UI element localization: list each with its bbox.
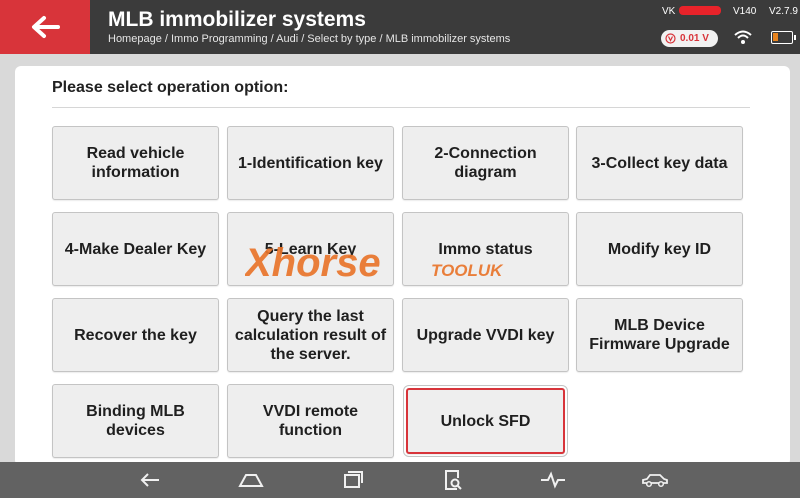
option-recover-key[interactable]: Recover the key	[52, 298, 219, 372]
option-modify-key-id[interactable]: Modify key ID	[576, 212, 743, 286]
operation-panel: Please select operation option: Read veh…	[15, 66, 790, 466]
option-unlock-sfd[interactable]: Unlock SFD	[403, 385, 568, 457]
option-learn-key[interactable]: 5-Learn Key	[227, 212, 394, 286]
home-icon[interactable]	[238, 468, 264, 492]
serial-number: VK	[662, 6, 676, 17]
page-title: MLB immobilizer systems	[108, 8, 366, 31]
voltage-badge: 0.01 V	[661, 30, 718, 47]
software-version: V2.7.9	[769, 6, 798, 17]
voltage-icon	[665, 33, 676, 44]
title-bar: MLB immobilizer systems Homepage / Immo …	[0, 0, 800, 54]
back-icon[interactable]	[137, 468, 163, 492]
option-upgrade-vvdi-key[interactable]: Upgrade VVDI key	[402, 298, 569, 372]
option-identification-key[interactable]: 1-Identification key	[227, 126, 394, 200]
diagnostic-wave-icon[interactable]	[540, 468, 566, 492]
breadcrumb: Homepage / Immo Programming / Audi / Sel…	[108, 33, 511, 45]
operation-prompt: Please select operation option:	[52, 79, 289, 96]
arrow-left-icon	[32, 16, 60, 38]
option-read-vehicle-information[interactable]: Read vehicle information	[52, 126, 219, 200]
battery-icon	[771, 31, 796, 44]
option-binding-mlb-devices[interactable]: Binding MLB devices	[52, 384, 219, 458]
recent-apps-icon[interactable]	[340, 468, 366, 492]
voltage-value: 0.01 V	[680, 33, 709, 44]
screenshot-search-icon[interactable]	[440, 468, 466, 492]
back-button[interactable]	[0, 0, 90, 54]
option-immo-status[interactable]: Immo status	[402, 212, 569, 286]
option-collect-key-data[interactable]: 3-Collect key data	[576, 126, 743, 200]
car-icon[interactable]	[640, 468, 670, 492]
wifi-icon	[734, 30, 752, 44]
serial-redaction	[679, 6, 721, 15]
option-make-dealer-key[interactable]: 4-Make Dealer Key	[52, 212, 219, 286]
system-navbar	[0, 462, 800, 498]
option-query-last-calculation[interactable]: Query the last calculation result of the…	[227, 298, 394, 372]
option-mlb-firmware-upgrade[interactable]: MLB Device Firmware Upgrade	[576, 298, 743, 372]
option-connection-diagram[interactable]: 2-Connection diagram	[402, 126, 569, 200]
option-vvdi-remote-function[interactable]: VVDI remote function	[227, 384, 394, 458]
divider	[52, 107, 750, 108]
device-model: V140	[733, 6, 757, 17]
